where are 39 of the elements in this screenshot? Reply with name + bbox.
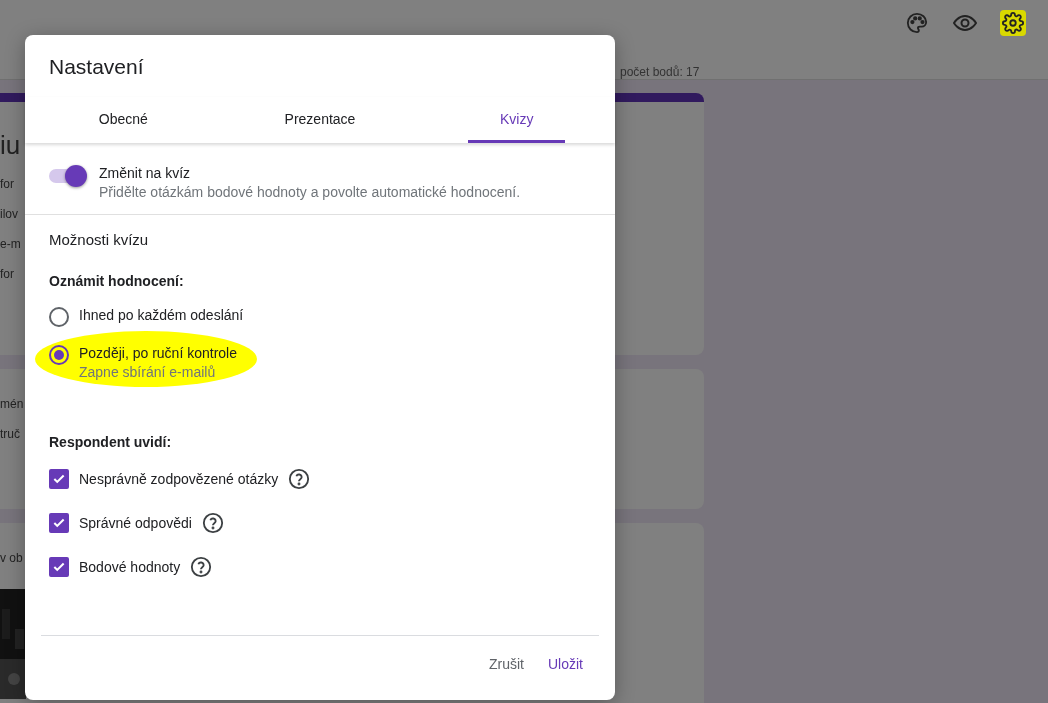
switch-label: Změnit na kvíz bbox=[99, 165, 192, 181]
card-text: e-m bbox=[0, 237, 21, 251]
card-text: ilov bbox=[0, 207, 18, 221]
tab[interactable]: Kvizy bbox=[468, 97, 565, 143]
card-text: for bbox=[0, 267, 14, 281]
switch-description: Přidělte otázkám bodové hodnoty a povolte automatické hodnocení. bbox=[99, 184, 521, 200]
checkbox[interactable] bbox=[49, 557, 69, 577]
check-icon bbox=[52, 560, 66, 574]
option-label: Ihned po každém odeslání bbox=[79, 307, 244, 323]
cancel-button[interactable]: Zrušit bbox=[481, 652, 532, 676]
points-total: počet bodů: 17 bbox=[620, 65, 701, 79]
dialog-title: Nastavení bbox=[48, 54, 145, 80]
option-hint: Zapne sbírání e-mailů bbox=[79, 364, 217, 380]
option-label: Nesprávně zodpovězené otázky bbox=[79, 471, 279, 487]
radio-button[interactable] bbox=[49, 345, 69, 365]
check-icon bbox=[52, 472, 66, 486]
card-text: for bbox=[0, 177, 14, 191]
option-label: Později, po ruční kontrole bbox=[79, 345, 237, 361]
tab[interactable]: Obecné bbox=[75, 97, 172, 143]
help-icon[interactable] bbox=[288, 468, 311, 490]
save-button[interactable]: Uložit bbox=[540, 652, 591, 676]
radio-button[interactable] bbox=[49, 307, 69, 327]
card-text: v ob bbox=[0, 551, 23, 565]
help-icon[interactable] bbox=[190, 556, 213, 578]
check-icon bbox=[52, 516, 66, 530]
checkbox[interactable] bbox=[49, 469, 69, 489]
checkbox[interactable] bbox=[49, 513, 69, 533]
palette-icon[interactable] bbox=[904, 10, 930, 36]
option-label: Bodové hodnoty bbox=[79, 559, 181, 575]
card-text: iu bbox=[0, 130, 21, 161]
settings-icon[interactable] bbox=[1000, 10, 1026, 36]
group-heading: Oznámit hodnocení: bbox=[49, 273, 185, 289]
section-title: Možnosti kvízu bbox=[49, 231, 150, 248]
option-label: Správné odpovědi bbox=[79, 515, 192, 531]
help-icon[interactable] bbox=[201, 512, 224, 534]
card-text: truč bbox=[0, 427, 20, 441]
tab[interactable]: Prezentace bbox=[271, 97, 369, 143]
group-heading: Respondent uvidí: bbox=[49, 434, 173, 450]
card-text: mén bbox=[0, 397, 24, 411]
